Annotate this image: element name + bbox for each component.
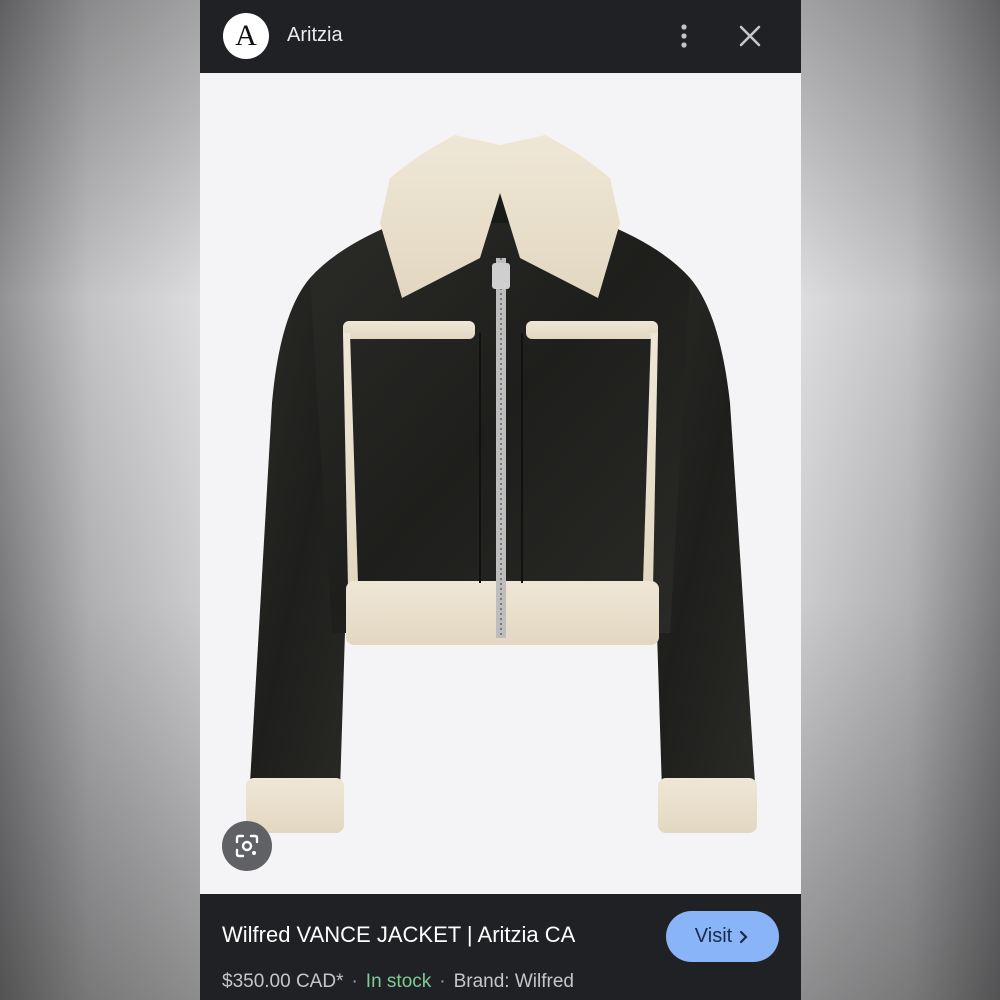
separator: · <box>439 971 446 992</box>
image-viewer-panel: A Aritzia Wilfred VANCE JACKET | Aritzia… <box>200 0 801 1000</box>
separator: · <box>351 971 358 992</box>
background-right-panel <box>800 0 1000 1000</box>
site-name[interactable]: Aritzia <box>287 24 343 47</box>
visit-button-label: Visit <box>694 925 733 947</box>
google-lens-icon[interactable] <box>222 821 272 871</box>
price-label: $350.00 CAD* <box>222 971 344 992</box>
brand-logo-letter: A <box>235 19 257 52</box>
background-left-panel <box>0 0 200 1000</box>
stock-status: In stock <box>365 971 432 992</box>
brand-logo[interactable]: A <box>223 13 269 59</box>
product-image[interactable] <box>200 73 801 894</box>
chevron-right-icon <box>740 930 748 943</box>
jacket-illustration <box>246 135 757 833</box>
visit-button[interactable]: Visit <box>666 911 779 962</box>
close-icon[interactable] <box>736 22 764 50</box>
product-meta: $350.00 CAD* · In stock · Brand: Wilfred <box>222 971 574 993</box>
product-title-link[interactable]: Wilfred VANCE JACKET | Aritzia CA <box>222 922 575 948</box>
brand-label: Brand: Wilfred <box>453 971 574 992</box>
more-vert-icon[interactable] <box>672 22 696 50</box>
result-info-bar: Wilfred VANCE JACKET | Aritzia CA Visit … <box>200 894 801 1000</box>
header-bar: A Aritzia <box>200 0 801 73</box>
